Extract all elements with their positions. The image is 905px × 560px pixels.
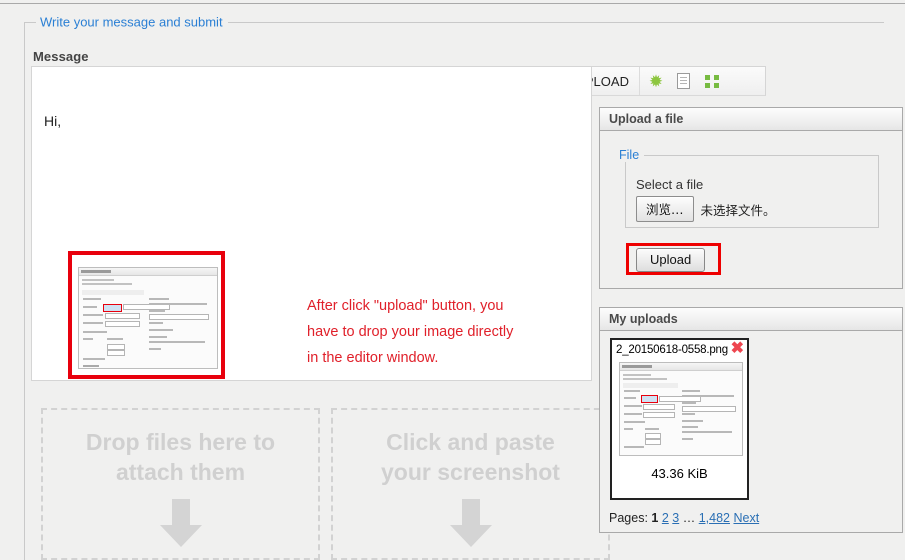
fullscreen-button[interactable] [698, 67, 726, 95]
annotation-line-2: have to drop your image directly [307, 324, 514, 340]
editor-content-area[interactable]: Hi, After click "upload" button, you hav… [32, 96, 591, 380]
browse-button[interactable]: 浏览… [636, 196, 694, 222]
fullscreen-icon [704, 74, 719, 88]
upload-submit-button[interactable]: Upload [636, 248, 706, 272]
green-star-icon: ✹ [648, 71, 664, 91]
document-icon [677, 73, 691, 89]
pagination-label: Pages: [609, 511, 648, 525]
upload-panel-title: Upload a file [600, 108, 902, 131]
paste-screenshot-line-2: your screenshot [381, 459, 560, 485]
toolbar-separator [638, 67, 640, 95]
toolbar-group-extra: ✹ [642, 67, 726, 95]
annotation-line-3: in the editor window. [307, 350, 439, 366]
drop-files-line-1: Drop files here to [85, 429, 276, 455]
pagination-current-page: 1 [651, 511, 659, 525]
drop-files-line-2: attach them [115, 459, 246, 485]
upload-item-size: 43.36 KiB [651, 466, 708, 481]
down-arrow-icon [449, 499, 492, 547]
pagination: Pages: 1 2 3 … 1,482 Next [609, 511, 759, 525]
paste-screenshot-line-1: Click and paste [386, 429, 555, 455]
editor-annotation-text: After click "upload" button, you have to… [307, 293, 557, 371]
page-break-button[interactable] [670, 67, 698, 95]
editor-greeting-text: Hi, [44, 113, 62, 129]
top-divider [0, 3, 905, 4]
upload-item-card[interactable]: 2_20150618-0558.png ✖ 43.36 KiB [610, 338, 749, 500]
select-a-file-label: Select a file [636, 177, 704, 192]
screenshot-thumbnail [78, 267, 218, 369]
message-label: Message [33, 49, 89, 64]
file-fieldset-legend: File [614, 148, 645, 162]
file-input-row[interactable]: 浏览… 未选择文件。 [636, 196, 776, 222]
pagination-page-2[interactable]: 2 [662, 511, 669, 525]
drop-files-zone[interactable]: Drop files here to attach them [41, 408, 320, 560]
pagination-page-3[interactable]: 3 [672, 511, 679, 525]
paste-screenshot-zone[interactable]: Click and paste your screenshot [331, 408, 610, 560]
page-root: Write your message and submit Message B … [0, 0, 905, 560]
remove-upload-icon[interactable]: ✖ [731, 341, 744, 357]
pagination-ellipsis: … [682, 511, 696, 525]
special-button[interactable]: ✹ [642, 67, 670, 95]
editor-embedded-image[interactable] [68, 251, 225, 379]
down-arrow-icon [159, 499, 202, 547]
pagination-last-page[interactable]: 1,482 [699, 511, 730, 525]
pagination-next[interactable]: Next [733, 511, 759, 525]
no-file-selected-text: 未选择文件。 [700, 202, 776, 218]
my-uploads-title: My uploads [600, 308, 902, 331]
upload-item-thumbnail [619, 362, 743, 456]
form-legend: Write your message and submit [36, 14, 228, 30]
annotation-line-1: After click "upload" button, you [307, 298, 504, 314]
upload-item-filename: 2_20150618-0558.png [616, 344, 728, 356]
